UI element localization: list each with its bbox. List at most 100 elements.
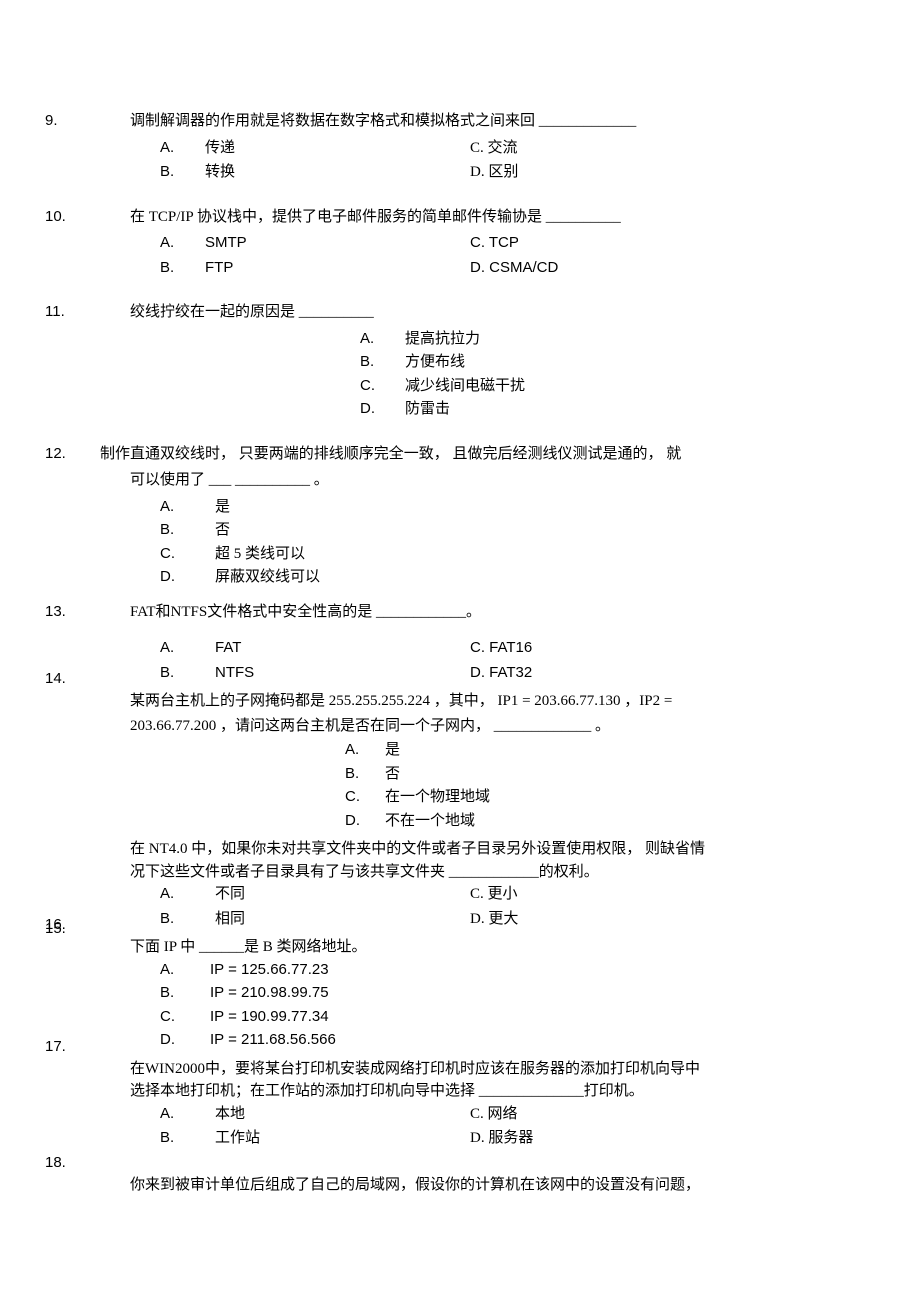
options: A. 本地 C. 网络 B. 工作站 D. 服务器 xyxy=(100,1103,820,1150)
option-label-d: D. xyxy=(345,810,385,833)
question-stem-line1: 制作直通双绞线时， 只要两端的排线顺序完全一致， 且做完后经测线仪测试是通的， … xyxy=(100,443,820,466)
option-label-a: A. xyxy=(360,328,405,351)
question-number: 9. xyxy=(45,110,58,133)
option-b: 转换 xyxy=(205,161,235,184)
options: A.是 B.否 C.在一个物理地域 D.不在一个地域 xyxy=(100,739,820,832)
options: A. FAT C. FAT16 B. NTFS D. FAT32 xyxy=(100,637,820,684)
options: A.是 B.否 C.超 5 类线可以 D.屏蔽双绞线可以 xyxy=(100,496,820,589)
option-label-d: D. xyxy=(160,1029,210,1052)
option-label-a: A. xyxy=(160,137,205,160)
option-b: IP = 210.98.99.75 xyxy=(210,982,329,1005)
option-label-d: D. xyxy=(360,398,405,421)
question-stem-line2: 203.66.77.200 ，请问这两台主机是否在同一个子网内， _______… xyxy=(100,715,820,738)
question-15: 15. 在 NT4.0 中，如果你未对共享文件夹中的文件或者子目录另外设置使用权… xyxy=(100,838,820,930)
option-b: 方便布线 xyxy=(405,351,465,374)
option-a: IP = 125.66.77.23 xyxy=(210,959,329,982)
question-number: 18. xyxy=(45,1152,66,1175)
option-d: 屏蔽双绞线可以 xyxy=(215,566,320,589)
question-stem-line2: 选择本地打印机；在工作站的添加打印机向导中选择 ______________打印… xyxy=(100,1080,820,1103)
option-label-a: A. xyxy=(160,232,205,255)
option-label-c: C. xyxy=(160,1006,210,1029)
question-stem-line2: 况下这些文件或者子目录具有了与该共享文件夹 ____________的权利。 xyxy=(100,861,820,884)
option-b: 否 xyxy=(385,763,400,786)
option-b: 相同 xyxy=(215,908,245,931)
question-number: 13. xyxy=(45,601,66,624)
option-b: 否 xyxy=(215,519,230,542)
question-number: 17. xyxy=(45,1036,66,1059)
option-label-a: A. xyxy=(160,883,215,906)
question-16: 16. 下面 IP 中 ______是 B 类网络地址。 A.IP = 125.… xyxy=(100,936,820,1052)
option-a: 传递 xyxy=(205,137,235,160)
option-label-b: B. xyxy=(160,908,215,931)
option-a: 提高抗拉力 xyxy=(405,328,480,351)
question-stem: 在 TCP/IP 协议栈中，提供了电子邮件服务的简单邮件传输协是 _______… xyxy=(100,206,820,229)
question-stem-line1: 在 NT4.0 中，如果你未对共享文件夹中的文件或者子目录另外设置使用权限， 则… xyxy=(100,838,820,861)
question-stem: 调制解调器的作用就是将数据在数字格式和模拟格式之间来回 ____________… xyxy=(100,110,820,133)
question-number: 10. xyxy=(45,206,66,229)
option-a: FAT xyxy=(215,637,241,660)
question-9: 9. 调制解调器的作用就是将数据在数字格式和模拟格式之间来回 _________… xyxy=(100,110,820,184)
option-c: 在一个物理地域 xyxy=(385,786,490,809)
option-d: D. 服务器 xyxy=(470,1127,533,1150)
option-d: 防雷击 xyxy=(405,398,450,421)
question-number: 12. xyxy=(45,443,66,466)
question-10: 10. 在 TCP/IP 协议栈中，提供了电子邮件服务的简单邮件传输协是 ___… xyxy=(100,206,820,280)
option-label-b: B. xyxy=(360,351,405,374)
option-b: 工作站 xyxy=(215,1127,260,1150)
question-17: 17. 在WIN2000中，要将某台打印机安装成网络打印机时应该在服务器的添加打… xyxy=(100,1058,820,1150)
option-b: FTP xyxy=(205,257,233,280)
option-c: C. 网络 xyxy=(470,1103,518,1126)
question-number: 11. xyxy=(45,301,65,324)
options: A.IP = 125.66.77.23 B.IP = 210.98.99.75 … xyxy=(100,959,820,1052)
option-d: D. FAT32 xyxy=(470,662,532,685)
question-stem-line1: 在WIN2000中，要将某台打印机安装成网络打印机时应该在服务器的添加打印机向导… xyxy=(100,1058,820,1081)
option-label-a: A. xyxy=(160,496,215,519)
question-stem-line2: 可以使用了 ___ __________ 。 xyxy=(100,469,820,492)
option-label-c: C. xyxy=(160,543,215,566)
option-label-a: A. xyxy=(345,739,385,762)
option-d: 不在一个地域 xyxy=(385,810,475,833)
option-c: IP = 190.99.77.34 xyxy=(210,1006,329,1029)
option-d: IP = 211.68.56.566 xyxy=(210,1029,336,1052)
question-18: 18. 你来到被审计单位后组成了自己的局域网，假设你的计算机在该网中的设置没有问… xyxy=(100,1174,820,1197)
option-label-b: B. xyxy=(160,662,215,685)
options: A. SMTP C. TCP B. FTP D. CSMA/CD xyxy=(100,232,820,279)
option-label-a: A. xyxy=(160,1103,215,1126)
option-label-b: B. xyxy=(160,982,210,1005)
option-label-b: B. xyxy=(160,519,215,542)
option-label-c: C. xyxy=(360,375,405,398)
question-14: 14. 某两台主机上的子网掩码都是 255.255.255.224 ，其中， I… xyxy=(100,690,820,832)
option-c: C. 交流 xyxy=(470,137,518,160)
option-d: D. CSMA/CD xyxy=(470,257,558,280)
option-a: 是 xyxy=(215,496,230,519)
option-c: C. 更小 xyxy=(470,883,518,906)
question-number: 14. xyxy=(45,668,66,691)
question-12: 12. 制作直通双绞线时， 只要两端的排线顺序完全一致， 且做完后经测线仪测试是… xyxy=(100,443,820,589)
option-b: NTFS xyxy=(215,662,254,685)
option-c: C. TCP xyxy=(470,232,519,255)
question-number: 16. xyxy=(45,914,66,937)
option-label-b: B. xyxy=(160,161,205,184)
option-a: 本地 xyxy=(215,1103,245,1126)
option-c: 减少线间电磁干扰 xyxy=(405,375,525,398)
option-a: SMTP xyxy=(205,232,247,255)
option-d: D. 更大 xyxy=(470,908,518,931)
question-stem: 绞线拧绞在一起的原因是 __________ xyxy=(100,301,820,324)
option-label-b: B. xyxy=(345,763,385,786)
question-stem: 你来到被审计单位后组成了自己的局域网，假设你的计算机在该网中的设置没有问题， xyxy=(100,1174,820,1197)
option-a: 是 xyxy=(385,739,400,762)
question-11: 11. 绞线拧绞在一起的原因是 __________ A.提高抗拉力 B.方便布… xyxy=(100,301,820,421)
option-label-b: B. xyxy=(160,1127,215,1150)
options: A.提高抗拉力 B.方便布线 C.减少线间电磁干扰 D.防雷击 xyxy=(100,328,820,421)
option-label-a: A. xyxy=(160,959,210,982)
option-a: 不同 xyxy=(215,883,245,906)
option-label-c: C. xyxy=(345,786,385,809)
question-13: 13. FAT和NTFS文件格式中安全性高的是 ____________。 A.… xyxy=(100,601,820,685)
question-stem: FAT和NTFS文件格式中安全性高的是 ____________。 xyxy=(100,601,820,624)
option-label-d: D. xyxy=(160,566,215,589)
options: A. 传递 C. 交流 B. 转换 D. 区别 xyxy=(100,137,820,184)
option-label-b: B. xyxy=(160,257,205,280)
question-stem: 下面 IP 中 ______是 B 类网络地址。 xyxy=(100,936,820,959)
option-c: C. FAT16 xyxy=(470,637,532,660)
options: A. 不同 C. 更小 B. 相同 D. 更大 xyxy=(100,883,820,930)
